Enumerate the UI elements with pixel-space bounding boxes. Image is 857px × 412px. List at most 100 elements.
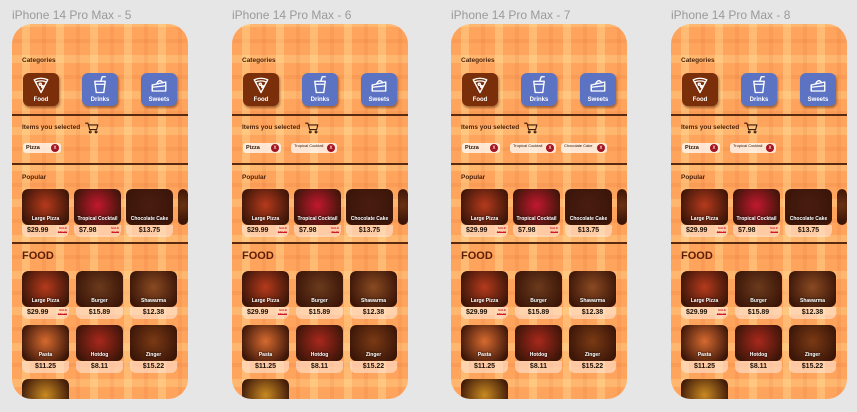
food-card[interactable] [837, 189, 847, 237]
food-card[interactable]: Zinger $15.22 [789, 325, 836, 373]
category-drinks-button[interactable]: Drinks [521, 73, 557, 106]
sale-old-price: $9.99 [770, 229, 778, 234]
remove-item-button[interactable]: x [490, 144, 498, 152]
category-sweets-button[interactable]: Sweets [141, 73, 177, 106]
frame-title[interactable]: iPhone 14 Pro Max - 5 [12, 8, 131, 22]
price-text: $15.89 [527, 309, 550, 316]
price-text: $13.75 [797, 227, 820, 234]
food-card[interactable] [681, 379, 728, 399]
food-name: Pasta [477, 352, 492, 358]
phone-screen: Categories Food Drinks Sweets Items you sele… [671, 24, 847, 399]
food-photo [22, 379, 69, 399]
food-card[interactable] [22, 379, 69, 399]
price-text: $29.99 [466, 227, 488, 234]
category-drinks-button[interactable]: Drinks [302, 73, 338, 106]
food-card[interactable]: Pasta $11.25 [242, 325, 289, 373]
price-bar: $15.89 [296, 307, 343, 319]
price-text: $8.11 [749, 363, 768, 370]
food-card[interactable]: Large Pizza SALE $39.99 $29.99 [461, 271, 508, 319]
remove-item-button[interactable]: x [546, 144, 554, 152]
food-name: Zinger [584, 352, 601, 358]
food-card[interactable]: Large Pizza SALE $39.99 $29.99 [461, 189, 508, 237]
food-card[interactable] [461, 379, 508, 399]
food-card[interactable]: Hotdog $8.11 [76, 325, 123, 373]
food-card[interactable]: Large Pizza SALE $39.99 $29.99 [22, 271, 69, 319]
food-card[interactable]: Chocolate Cake $13.75 [565, 189, 612, 237]
remove-item-button[interactable]: x [766, 144, 774, 152]
food-card[interactable]: Zinger $15.22 [350, 325, 397, 373]
price-bar: $12.38 [569, 307, 616, 319]
food-card[interactable]: Burger $15.89 [296, 271, 343, 319]
food-card[interactable]: Burger $15.89 [735, 271, 782, 319]
cake-slice-icon [151, 80, 167, 92]
popular-heading: Popular [681, 174, 706, 181]
category-food-button[interactable]: Food [682, 73, 718, 106]
food-card[interactable]: Chocolate Cake $13.75 [126, 189, 173, 237]
food-card[interactable]: Pasta $11.25 [681, 325, 728, 373]
food-card[interactable]: Shawarma $12.38 [789, 271, 836, 319]
price-bar: $15.22 [130, 361, 177, 373]
food-card[interactable]: Shawarma $12.38 [130, 271, 177, 319]
cart-icon-wrap[interactable] [85, 121, 99, 134]
sale-tag: SALE $9.99 [111, 226, 119, 234]
category-food-button[interactable]: Food [23, 73, 59, 106]
category-food-button[interactable]: Food [243, 73, 279, 106]
food-card[interactable]: Chocolate Cake $13.75 [346, 189, 393, 237]
cart-icon-wrap[interactable] [524, 121, 538, 134]
category-sweets-button[interactable]: Sweets [361, 73, 397, 106]
category-drinks-button[interactable]: Drinks [82, 73, 118, 106]
food-card[interactable] [398, 189, 408, 237]
food-card[interactable]: Large Pizza SALE $39.99 $29.99 [242, 271, 289, 319]
remove-item-button[interactable]: x [327, 144, 335, 152]
food-name: Large Pizza [251, 216, 280, 222]
food-name: Burger [530, 298, 547, 304]
remove-item-button[interactable]: x [51, 144, 59, 152]
divider [232, 242, 408, 244]
food-name: Shawarma [579, 298, 605, 304]
food-card[interactable]: Tropical Cocktail SALE $9.99 $7.98 [513, 189, 560, 237]
food-card[interactable]: Burger $15.89 [76, 271, 123, 319]
remove-item-button[interactable]: x [271, 144, 279, 152]
food-card[interactable] [242, 379, 289, 399]
food-card[interactable]: Shawarma $12.38 [569, 271, 616, 319]
food-name: Large Pizza [470, 298, 499, 304]
food-card[interactable]: Hotdog $8.11 [515, 325, 562, 373]
food-name: Hotdog [529, 352, 548, 358]
food-card[interactable]: Large Pizza SALE $39.99 $29.99 [681, 189, 728, 237]
food-name: Pasta [258, 352, 273, 358]
food-card[interactable]: Tropical Cocktail SALE $9.99 $7.98 [74, 189, 121, 237]
sale-tag: SALE $9.99 [331, 226, 339, 234]
cart-icon-wrap[interactable] [744, 121, 758, 134]
price-text: $8.11 [90, 363, 109, 370]
shopping-cart-icon [85, 122, 99, 134]
food-card[interactable]: Pasta $11.25 [461, 325, 508, 373]
food-card[interactable]: Large Pizza SALE $39.99 $29.99 [681, 271, 728, 319]
remove-item-button[interactable]: x [710, 144, 718, 152]
category-sweets-button[interactable]: Sweets [580, 73, 616, 106]
category-drinks-button[interactable]: Drinks [741, 73, 777, 106]
food-card[interactable]: Shawarma $12.38 [350, 271, 397, 319]
remove-item-button[interactable]: x [597, 144, 605, 152]
frame-title[interactable]: iPhone 14 Pro Max - 6 [232, 8, 351, 22]
sale-tag: SALE $9.99 [550, 226, 558, 234]
food-card[interactable]: Hotdog $8.11 [296, 325, 343, 373]
price-bar: SALE $9.99 $7.98 [294, 225, 341, 237]
food-card[interactable]: Zinger $15.22 [569, 325, 616, 373]
cart-icon-wrap[interactable] [305, 121, 319, 134]
frame-title[interactable]: iPhone 14 Pro Max - 7 [451, 8, 570, 22]
food-card[interactable]: Burger $15.89 [515, 271, 562, 319]
food-card[interactable]: Large Pizza SALE $39.99 $29.99 [22, 189, 69, 237]
food-card[interactable] [178, 189, 188, 237]
price-bar: $8.11 [296, 361, 343, 373]
food-card[interactable]: Pasta $11.25 [22, 325, 69, 373]
food-card[interactable]: Chocolate Cake $13.75 [785, 189, 832, 237]
food-card[interactable]: Large Pizza SALE $39.99 $29.99 [242, 189, 289, 237]
food-card[interactable]: Tropical Cocktail SALE $9.99 $7.98 [733, 189, 780, 237]
food-card[interactable] [617, 189, 627, 237]
category-sweets-button[interactable]: Sweets [800, 73, 836, 106]
category-food-button[interactable]: Food [462, 73, 498, 106]
food-card[interactable]: Hotdog $8.11 [735, 325, 782, 373]
food-card[interactable]: Tropical Cocktail SALE $9.99 $7.98 [294, 189, 341, 237]
frame-title[interactable]: iPhone 14 Pro Max - 8 [671, 8, 790, 22]
food-card[interactable]: Zinger $15.22 [130, 325, 177, 373]
